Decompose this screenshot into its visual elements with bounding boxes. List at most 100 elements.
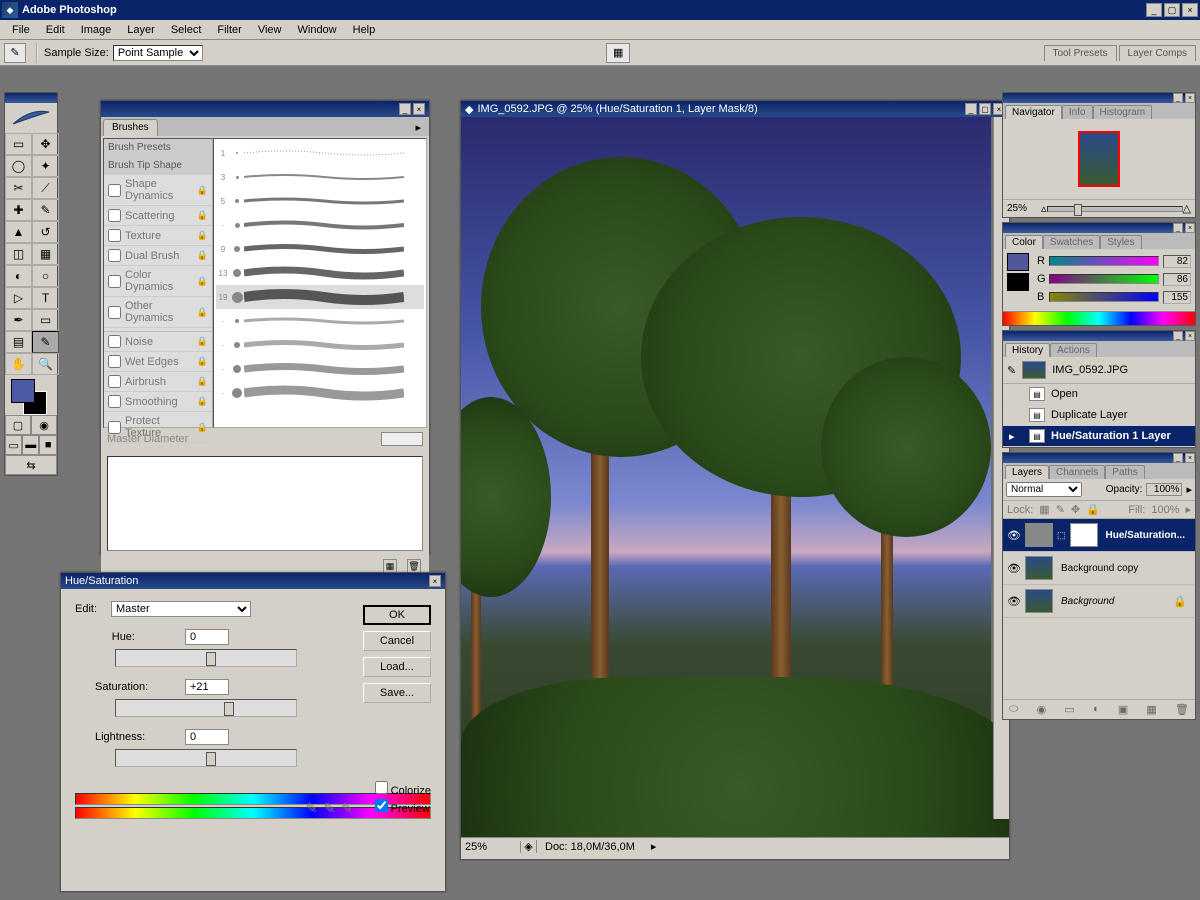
current-tool-icon[interactable]: ✎ [4, 43, 26, 63]
heal-tool[interactable]: ✚ [5, 199, 32, 221]
history-brush-icon[interactable]: ✎ [1007, 364, 1016, 377]
brushes-minimize[interactable]: _ [399, 103, 411, 115]
hand-tool[interactable]: ✋ [5, 353, 32, 375]
canvas[interactable] [461, 117, 1009, 837]
color-dynamics[interactable]: Color Dynamics🔒 [104, 266, 212, 297]
menu-help[interactable]: Help [345, 22, 384, 38]
layer-item[interactable]: 👁 Background copy [1003, 552, 1195, 585]
opacity-value[interactable]: 100% [1146, 483, 1182, 496]
wet-edges[interactable]: Wet Edges🔒 [104, 352, 212, 372]
hist-min[interactable]: _ [1173, 331, 1183, 341]
menu-file[interactable]: File [4, 22, 38, 38]
slice-tool[interactable]: ⟋ [32, 177, 59, 199]
brushes-tab[interactable]: Brushes [103, 119, 158, 136]
nav-close[interactable]: × [1185, 93, 1195, 103]
visibility-icon[interactable]: 👁 [1007, 595, 1021, 608]
eyedropper-icon[interactable]: ✎ [306, 800, 318, 817]
brush-presets[interactable]: Brush Presets [104, 139, 212, 157]
color-close[interactable]: × [1185, 223, 1195, 233]
history-snapshot-thumb[interactable] [1022, 361, 1046, 379]
layer-mask-icon[interactable]: ▭ [1064, 703, 1074, 716]
screen-standard[interactable]: ▭ [5, 435, 22, 455]
eyedropper-minus-icon[interactable]: ✎ [341, 800, 353, 817]
notes-tool[interactable]: ▤ [5, 331, 32, 353]
nav-min[interactable]: _ [1173, 93, 1183, 103]
ok-button[interactable]: OK [363, 605, 431, 625]
menu-image[interactable]: Image [73, 22, 120, 38]
color-fg[interactable] [1007, 253, 1029, 271]
color-min[interactable]: _ [1173, 223, 1183, 233]
colorize-checkbox[interactable]: Colorize [375, 781, 431, 797]
hist-close[interactable]: × [1185, 331, 1195, 341]
navigator-preview[interactable] [1003, 119, 1195, 199]
airbrush[interactable]: Airbrush🔒 [104, 372, 212, 392]
history-item[interactable]: ▤Open [1003, 384, 1195, 405]
crop-tool[interactable]: ✂ [5, 177, 32, 199]
tab-history[interactable]: History [1005, 343, 1050, 357]
doc-info-arrow[interactable]: ▸ [651, 840, 657, 853]
tab-color[interactable]: Color [1005, 235, 1043, 249]
link-icon[interactable]: ⬚ [1057, 530, 1066, 541]
palette-well-icon[interactable]: ▦ [606, 43, 630, 63]
layer-item[interactable]: 👁 Background 🔒 [1003, 585, 1195, 618]
path-tool[interactable]: ▷ [5, 287, 32, 309]
brush-tool[interactable]: ✎ [32, 199, 59, 221]
brushes-menu-icon[interactable]: ▸ [409, 119, 427, 136]
layer-mask-thumb[interactable] [1070, 523, 1098, 547]
layer-thumb[interactable] [1025, 556, 1053, 580]
marquee-tool[interactable]: ▭ [5, 133, 32, 155]
new-group-icon[interactable]: ▣ [1118, 703, 1128, 716]
visibility-icon[interactable]: 👁 [1007, 562, 1021, 575]
history-item[interactable]: ▸▤Hue/Saturation 1 Layer [1003, 426, 1195, 447]
cancel-button[interactable]: Cancel [363, 631, 431, 651]
lightness-slider[interactable] [115, 749, 297, 767]
tab-tool-presets[interactable]: Tool Presets [1044, 45, 1117, 61]
menu-window[interactable]: Window [290, 22, 345, 38]
preview-checkbox[interactable]: Preview [375, 799, 431, 815]
color-swatches[interactable] [5, 375, 57, 415]
history-doc[interactable]: IMG_0592.JPG [1052, 364, 1128, 376]
b-slider[interactable] [1049, 292, 1159, 302]
move-tool[interactable]: ✥ [32, 133, 59, 155]
color-spectrum[interactable] [1003, 311, 1195, 325]
menu-edit[interactable]: Edit [38, 22, 73, 38]
history-brush-tool[interactable]: ↺ [32, 221, 59, 243]
tab-paths[interactable]: Paths [1105, 465, 1145, 479]
nav-zoom[interactable]: 25% [1007, 203, 1041, 214]
menu-filter[interactable]: Filter [209, 22, 249, 38]
dodge-tool[interactable]: ○ [32, 265, 59, 287]
noise[interactable]: Noise🔒 [104, 332, 212, 352]
tab-actions[interactable]: Actions [1050, 343, 1097, 357]
tab-channels[interactable]: Channels [1049, 465, 1105, 479]
b-value[interactable]: 155 [1163, 291, 1191, 304]
shape-dynamics[interactable]: Shape Dynamics🔒 [104, 175, 212, 206]
pen-tool[interactable]: ✒ [5, 309, 32, 331]
dual-brush[interactable]: Dual Brush🔒 [104, 246, 212, 266]
stamp-tool[interactable]: ▲ [5, 221, 32, 243]
eyedropper-tool[interactable]: ✎ [32, 331, 59, 353]
master-diameter-input[interactable] [381, 432, 423, 446]
close-button[interactable]: × [1182, 3, 1198, 17]
lasso-tool[interactable]: ◯ [5, 155, 32, 177]
eraser-tool[interactable]: ◫ [5, 243, 32, 265]
g-value[interactable]: 86 [1163, 273, 1191, 286]
lock-pixels-icon[interactable]: ▦ [1039, 503, 1049, 516]
sample-size-select[interactable]: Point Sample [113, 45, 203, 61]
nav-zoom-slider[interactable] [1047, 206, 1183, 212]
layers-min[interactable]: _ [1173, 453, 1183, 463]
adjustment-layer-icon[interactable]: ◐ [1093, 703, 1100, 716]
edit-select[interactable]: Master [111, 601, 251, 617]
tab-layer-comps[interactable]: Layer Comps [1119, 45, 1196, 61]
fill-value[interactable]: 100% [1151, 504, 1179, 516]
menu-view[interactable]: View [250, 22, 290, 38]
layers-close[interactable]: × [1185, 453, 1195, 463]
screen-full[interactable]: ■ [39, 435, 57, 455]
color-bg[interactable] [1007, 273, 1029, 291]
brushes-titlebar[interactable]: _ × [101, 101, 429, 117]
saturation-slider[interactable] [115, 699, 297, 717]
zoom-tool[interactable]: 🔍 [32, 353, 59, 375]
layer-thumb[interactable] [1025, 589, 1053, 613]
brush-tip-shape[interactable]: Brush Tip Shape [104, 157, 212, 175]
blur-tool[interactable]: ◐ [5, 265, 32, 287]
doc-maximize[interactable]: ▢ [979, 103, 991, 115]
